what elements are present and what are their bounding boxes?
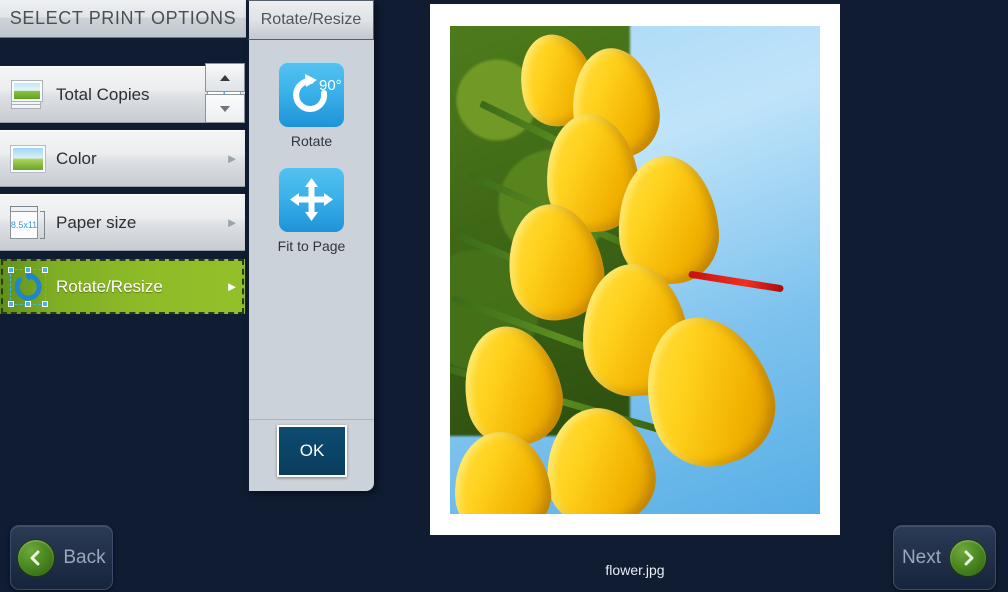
svg-text:90°: 90°	[319, 77, 342, 94]
page-title: SELECT PRINT OPTIONS	[9, 8, 237, 28]
panel-tools: 90° Rotate Fit to Page	[249, 40, 374, 418]
rotate-90-icon: 90°	[293, 74, 342, 112]
tab-rotate-resize[interactable]: Rotate/Resize	[247, 0, 374, 40]
back-button[interactable]: Back	[10, 525, 113, 590]
rotate-tool[interactable]: 90° Rotate	[249, 62, 374, 149]
paper-size-dimensions: 8.5x11	[10, 210, 38, 239]
copies-decrement-button[interactable]	[205, 94, 245, 123]
chevron-right-icon: ►	[225, 279, 239, 294]
ok-button-label: OK	[299, 441, 325, 460]
chevron-right-icon: ►	[225, 215, 239, 230]
fit-to-page-tool-label: Fit to Page	[277, 238, 346, 254]
sidebar-item-label: Paper size	[56, 212, 137, 232]
fit-to-page-tool[interactable]: Fit to Page	[249, 167, 374, 254]
print-options-sidebar: SELECT PRINT OPTIONS Total Copies 1	[0, 0, 246, 497]
next-button[interactable]: Next	[893, 525, 996, 590]
sidebar-item-label: Color	[56, 148, 97, 168]
quantity-stepper[interactable]	[205, 63, 245, 123]
rotate-resize-panel: 90° Rotate Fit to Page OK	[247, 0, 374, 491]
print-preview-paper	[430, 4, 840, 535]
sidebar-item-label: Rotate/Resize	[56, 276, 163, 296]
ok-button[interactable]: OK	[277, 425, 347, 477]
caret-up-icon	[220, 74, 230, 81]
back-button-label: Back	[63, 546, 106, 568]
paper-size-icon: 8.5x11	[6, 205, 50, 241]
caret-down-icon	[220, 105, 230, 112]
next-button-label: Next	[901, 546, 942, 568]
chevron-right-circle-icon	[949, 538, 988, 577]
tab-label: Rotate/Resize	[260, 11, 362, 28]
rotate-resize-icon	[6, 266, 50, 307]
preview-filename-caption: flower.jpg	[605, 562, 665, 578]
sidebar-item-rotate-resize[interactable]: Rotate/Resize ►	[0, 258, 245, 315]
photo-stack-icon	[6, 79, 50, 109]
sidebar-item-color[interactable]: Color ►	[0, 130, 245, 187]
fit-to-page-arrows-icon	[290, 178, 333, 221]
copies-increment-button[interactable]	[205, 63, 245, 92]
preview-image[interactable]	[450, 26, 820, 514]
sidebar-item-paper-size[interactable]: 8.5x11 Paper size ►	[0, 194, 245, 251]
chevron-left-circle-icon	[17, 538, 56, 577]
fit-to-page-button[interactable]	[279, 167, 344, 232]
landscape-photo-icon	[6, 144, 50, 173]
panel-divider	[249, 419, 374, 420]
rotate-button[interactable]: 90°	[279, 62, 344, 127]
print-options-screen: SELECT PRINT OPTIONS Total Copies 1	[0, 0, 1008, 592]
chevron-right-icon: ►	[225, 151, 239, 166]
sidebar-item-label: Total Copies	[56, 84, 150, 104]
rotate-tool-label: Rotate	[290, 133, 333, 149]
red-petal-streak	[688, 270, 784, 293]
sidebar-header: SELECT PRINT OPTIONS	[0, 0, 246, 38]
